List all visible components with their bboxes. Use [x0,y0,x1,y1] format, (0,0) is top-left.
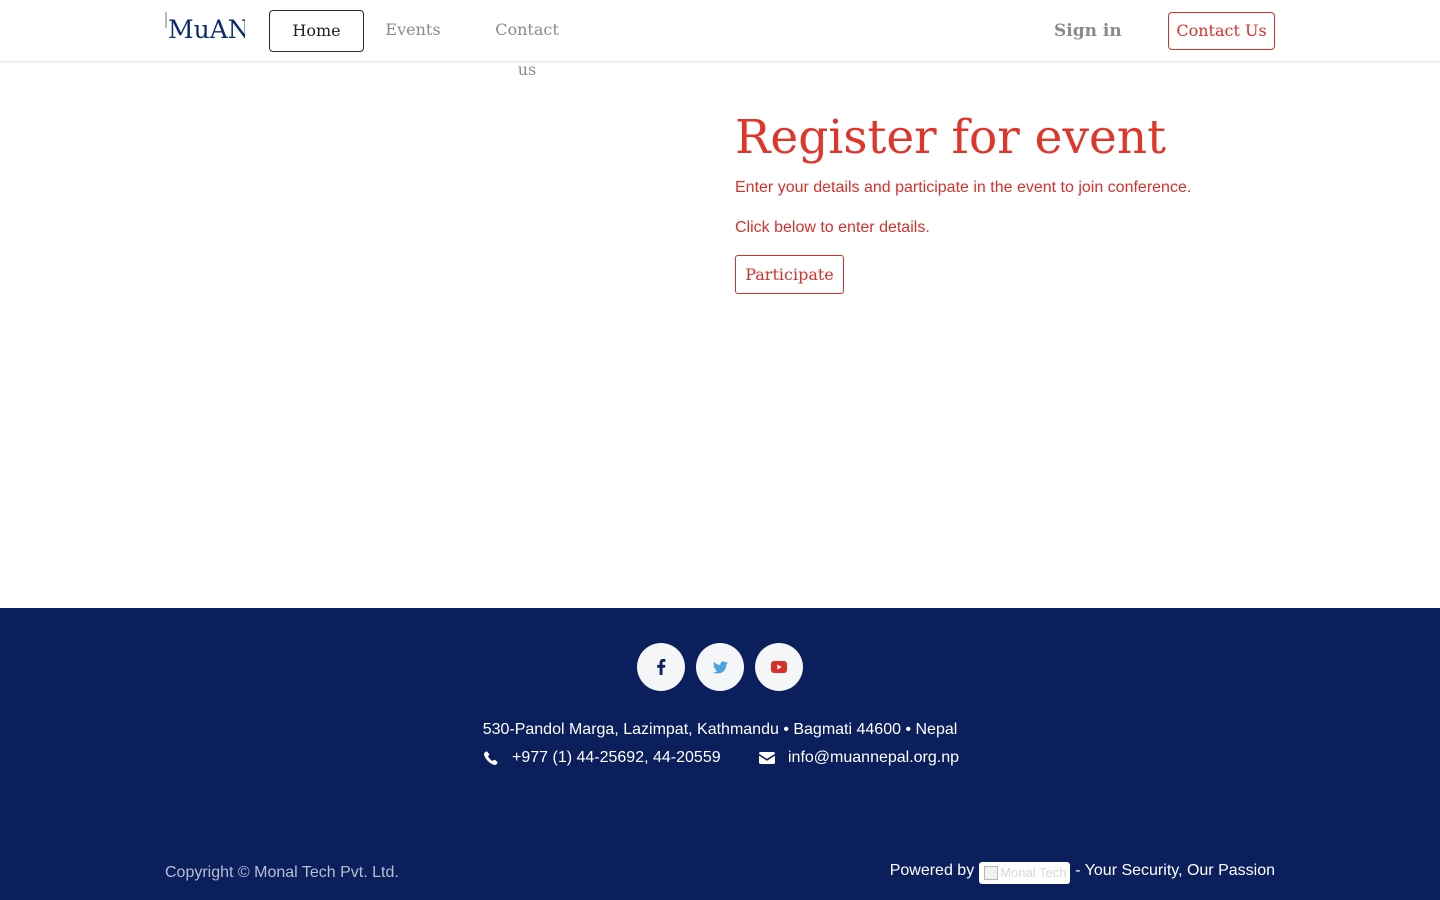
event-instruction: Click below to enter details. [735,219,930,236]
powered-by-prefix: Powered by [889,862,975,879]
page-title: Register for event [735,110,1166,165]
logo-alt-text: MuAN [168,15,245,44]
twitter-icon [712,660,728,673]
footer-email: info@muannepal.org.np [759,748,959,768]
youtube-icon [771,661,787,673]
powered-by: Powered by Monal Tech - Your Security, O… [889,860,1275,884]
broken-image-icon [984,866,999,880]
broken-image-icon [165,12,167,28]
participate-button[interactable]: Participate [735,255,844,294]
phone-icon [483,750,499,766]
powered-by-suffix: - Your Security, Our Passion [1075,862,1275,879]
footer-bottom-bar: Copyright © Monal Tech Pvt. Ltd. Powered… [0,841,1440,900]
site-footer: 530-Pandol Marga, Lazimpat, Kathmandu • … [0,608,1440,841]
contact-us-button[interactable]: Contact Us [1168,12,1275,50]
nav-home[interactable]: Home [269,10,364,52]
copyright-text: Copyright © Monal Tech Pvt. Ltd. [165,864,399,881]
email-address[interactable]: info@muannepal.org.np [788,748,959,768]
footer-phone: +977 (1) 44-25692, 44-20559 [483,748,721,768]
envelope-icon [759,750,775,766]
youtube-link[interactable] [755,643,803,691]
event-description: Enter your details and participate in th… [735,179,1192,196]
phone-number: +977 (1) 44-25692, 44-20559 [512,749,721,766]
site-logo[interactable]: MuAN [165,12,245,48]
twitter-link[interactable] [696,643,744,691]
nav-contact-us[interactable]: Contact us [484,10,570,79]
site-header: MuAN Home Events Contact us Sign in Cont… [0,0,1440,79]
sign-in-link[interactable]: Sign in [1054,10,1122,52]
facebook-icon [657,659,666,675]
footer-address: 530-Pandol Marga, Lazimpat, Kathmandu • … [482,721,958,738]
powered-logo-alt: Monal Tech [1000,865,1067,880]
monal-tech-logo[interactable]: Monal Tech [979,862,1071,884]
facebook-link[interactable] [637,643,685,691]
nav-events[interactable]: Events [380,10,446,52]
